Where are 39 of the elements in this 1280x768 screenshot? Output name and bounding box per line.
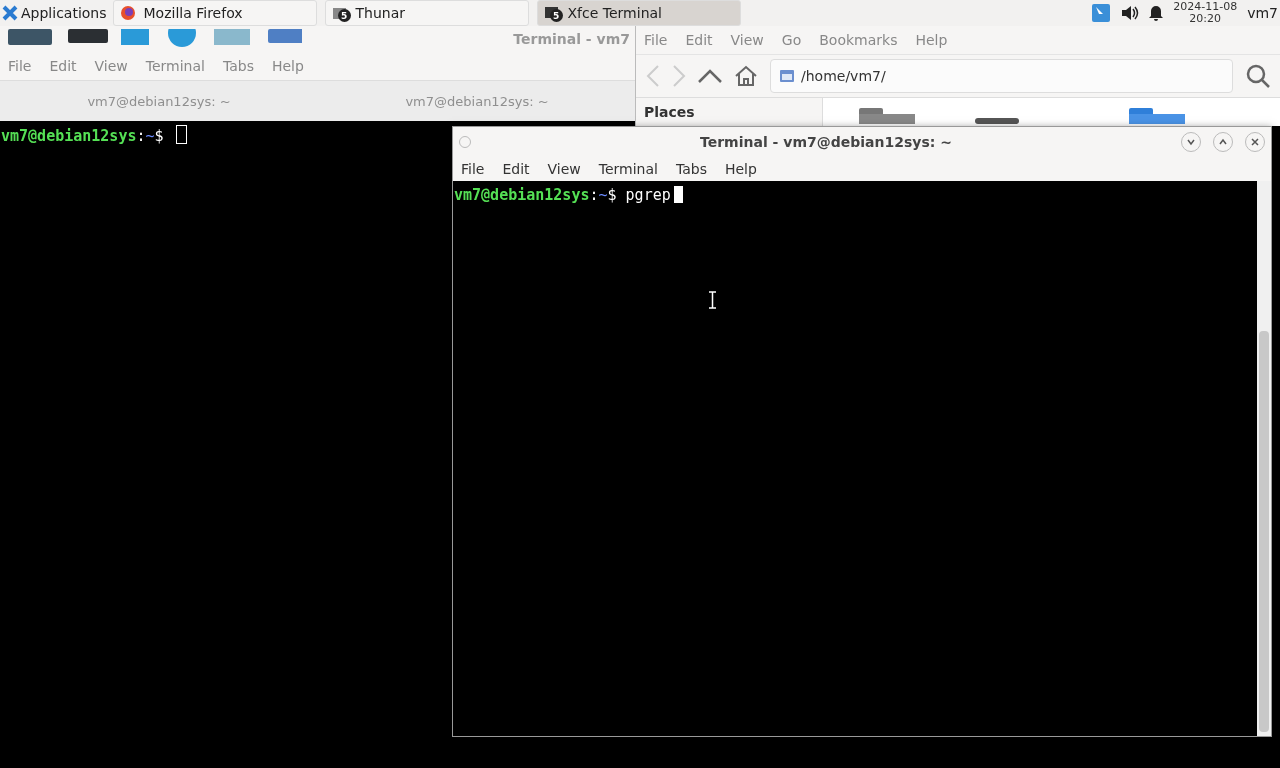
home-icon[interactable] <box>734 65 758 87</box>
prompt-separator: : <box>136 127 146 145</box>
close-icon <box>1250 137 1260 147</box>
taskbar-button[interactable]: Mozilla Firefox <box>112 0 317 26</box>
speaker-icon[interactable] <box>1121 5 1140 21</box>
places-heading: Places <box>644 104 695 120</box>
window-title: Terminal - vm7 <box>513 31 630 47</box>
scrollbar[interactable] <box>1257 181 1271 736</box>
terminal-area[interactable]: vm7@debian12sys:~$ pgrep <box>453 181 1271 736</box>
applications-menu[interactable]: Applications <box>0 0 113 26</box>
browser-icon <box>119 5 136 21</box>
user-name[interactable]: vm7 <box>1247 5 1278 21</box>
prompt-path: ~ <box>145 127 155 145</box>
taskbar-button[interactable]: 5 Thunar <box>324 0 529 26</box>
bell-icon[interactable] <box>1149 5 1164 21</box>
xfce-logo-icon <box>2 5 18 21</box>
chevron-down-icon <box>1186 137 1196 147</box>
menu-item[interactable]: Edit <box>498 161 534 177</box>
prompt-user-host: vm7@debian12sys <box>454 186 590 204</box>
window-title: Terminal - vm7@debian12sys: ~ <box>700 134 952 150</box>
menu-item[interactable]: File <box>457 161 489 177</box>
prompt-user-host: vm7@debian12sys <box>1 127 137 145</box>
menu-item[interactable]: Help <box>720 161 761 177</box>
taskbar-button[interactable]: 5 Xfce Terminal <box>536 0 741 26</box>
prompt-separator: : <box>589 186 599 204</box>
text-select-pointer-icon <box>709 291 716 309</box>
chevron-up-icon <box>1218 137 1228 147</box>
prompt-path: ~ <box>598 186 608 204</box>
up-icon[interactable] <box>698 69 722 83</box>
clock[interactable]: 2024-11-08 20:20 <box>1173 1 1238 25</box>
prompt-symbol: $ <box>154 127 164 145</box>
location-field[interactable]: /home/vm7/ <box>770 59 1233 93</box>
text-cursor <box>673 186 683 203</box>
prompt-symbol: $ <box>607 186 617 204</box>
clock-time: 20:20 <box>1189 13 1222 25</box>
clock-date: 2024-11-08 <box>1173 1 1238 13</box>
menu-item[interactable]: View <box>543 161 585 177</box>
menu-item[interactable]: Tabs <box>671 161 711 177</box>
search-icon[interactable] <box>1245 63 1271 89</box>
